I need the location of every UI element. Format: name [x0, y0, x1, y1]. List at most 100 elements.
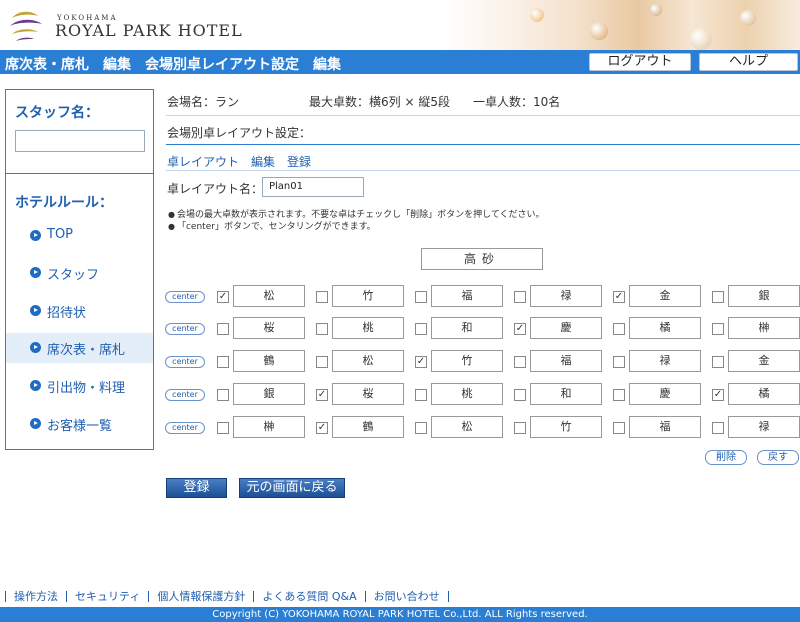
arrow-bullet-icon — [30, 305, 41, 316]
table-name-field[interactable]: 竹 — [530, 416, 602, 438]
sidebar-item-gifts[interactable]: 引出物・料理 — [6, 371, 153, 401]
table-name-field[interactable]: 桃 — [431, 383, 503, 405]
sidebar-item-customers[interactable]: お客様一覧 — [6, 409, 153, 439]
table-checkbox[interactable] — [613, 323, 625, 335]
table-checkbox[interactable]: ✓ — [316, 389, 328, 401]
table-checkbox[interactable] — [613, 422, 625, 434]
table-checkbox[interactable] — [514, 356, 526, 368]
table-name-field[interactable]: 和 — [431, 317, 503, 339]
table-checkbox[interactable] — [217, 422, 229, 434]
table-checkbox[interactable]: ✓ — [415, 356, 427, 368]
center-button[interactable]: center — [165, 422, 205, 434]
table-name-field[interactable]: 鶴 — [332, 416, 404, 438]
nav-bar: 席次表・席札 編集 会場別卓レイアウト設定 編集 ログアウト ヘルプ — [0, 50, 800, 74]
table-name-field[interactable]: 竹 — [332, 285, 404, 307]
table-name-field[interactable]: 桜 — [332, 383, 404, 405]
divider — [166, 170, 800, 171]
footer-link-contact[interactable]: お問い合わせ — [364, 591, 449, 602]
table-checkbox[interactable] — [415, 422, 427, 434]
table-name-field[interactable]: 桜 — [233, 317, 305, 339]
register-button[interactable]: 登録 — [166, 478, 227, 498]
delete-button[interactable]: 削除 — [705, 450, 747, 465]
table-name-field[interactable]: 慶 — [629, 383, 701, 405]
hotel-rule-label: ホテルルール： — [15, 195, 113, 211]
table-name-field[interactable]: 和 — [530, 383, 602, 405]
table-checkbox[interactable] — [613, 356, 625, 368]
sidebar-item-top[interactable]: TOP — [6, 221, 153, 251]
table-name-field[interactable]: 禄 — [530, 285, 602, 307]
table-name-field[interactable]: 松 — [233, 285, 305, 307]
layout-name-input[interactable]: Plan01 — [262, 177, 364, 197]
bead-decoration — [530, 8, 544, 22]
bead-decoration — [650, 4, 662, 16]
sidebar-item-invitation[interactable]: 招待状 — [6, 296, 153, 326]
table-name-field[interactable]: 鶴 — [233, 350, 305, 372]
footer-link-manual[interactable]: 操作方法 — [5, 591, 66, 602]
sidebar-item-staff[interactable]: スタッフ — [6, 258, 153, 288]
table-name-field[interactable]: 榊 — [728, 317, 800, 339]
table-checkbox[interactable]: ✓ — [613, 291, 625, 303]
staff-name-input[interactable] — [15, 130, 145, 152]
arrow-bullet-icon — [30, 380, 41, 391]
table-name-field[interactable]: 銀 — [728, 285, 800, 307]
table-checkbox[interactable] — [415, 389, 427, 401]
table-name-field[interactable]: 福 — [629, 416, 701, 438]
undo-button[interactable]: 戻す — [757, 450, 799, 465]
help-button[interactable]: ヘルプ — [699, 53, 798, 71]
table-checkbox[interactable] — [712, 291, 724, 303]
table-checkbox[interactable] — [514, 291, 526, 303]
logo-title: ROYAL PARK HOTEL — [55, 21, 243, 40]
sidebar-divider — [6, 173, 153, 174]
table-name-field[interactable]: 榊 — [233, 416, 305, 438]
center-button[interactable]: center — [165, 323, 205, 335]
table-name-field[interactable]: 竹 — [431, 350, 503, 372]
table-name-field[interactable]: 松 — [332, 350, 404, 372]
table-name-field[interactable]: 桃 — [332, 317, 404, 339]
table-checkbox[interactable] — [415, 291, 427, 303]
table-checkbox[interactable] — [613, 389, 625, 401]
center-button[interactable]: center — [165, 356, 205, 368]
table-name-field[interactable]: 禄 — [728, 416, 800, 438]
table-checkbox[interactable] — [415, 323, 427, 335]
table-name-field[interactable]: 橘 — [629, 317, 701, 339]
table-checkbox[interactable] — [712, 422, 724, 434]
table-name-field[interactable]: 金 — [629, 285, 701, 307]
table-checkbox[interactable] — [712, 323, 724, 335]
sidebar-item-label: 招待状 — [47, 306, 87, 321]
footer-link-privacy[interactable]: 個人情報保護方針 — [148, 591, 253, 602]
back-button[interactable]: 元の画面に戻る — [239, 478, 345, 498]
table-checkbox[interactable] — [217, 356, 229, 368]
table-checkbox[interactable]: ✓ — [217, 291, 229, 303]
logout-button[interactable]: ログアウト — [589, 53, 691, 71]
footer-link-security[interactable]: セキュリティ — [66, 591, 148, 602]
header: YOKOHAMA ROYAL PARK HOTEL — [0, 0, 800, 50]
footer-link-faq[interactable]: よくある質問 Q&A — [253, 591, 364, 602]
sidebar-item-seating[interactable]: 席次表・席札 — [6, 333, 153, 363]
max-tables: 最大卓数：横6列 × 縦5段 — [309, 95, 450, 109]
table-checkbox[interactable]: ✓ — [316, 422, 328, 434]
sidebar-item-label: スタッフ — [47, 268, 100, 283]
table-name-field[interactable]: 禄 — [629, 350, 701, 372]
hotel-logo-icon — [10, 11, 42, 41]
table-checkbox[interactable]: ✓ — [712, 389, 724, 401]
table-name-field[interactable]: 松 — [431, 416, 503, 438]
table-checkbox[interactable]: ✓ — [514, 323, 526, 335]
table-checkbox[interactable] — [514, 389, 526, 401]
table-name-field[interactable]: 金 — [728, 350, 800, 372]
table-name-field[interactable]: 慶 — [530, 317, 602, 339]
table-name-field[interactable]: 橘 — [728, 383, 800, 405]
table-checkbox[interactable] — [514, 422, 526, 434]
table-checkbox[interactable] — [316, 323, 328, 335]
breadcrumb: 卓レイアウト 編集 登録 — [167, 155, 312, 169]
table-checkbox[interactable] — [316, 291, 328, 303]
table-checkbox[interactable] — [217, 323, 229, 335]
center-button[interactable]: center — [165, 291, 205, 303]
table-name-field[interactable]: 銀 — [233, 383, 305, 405]
center-button[interactable]: center — [165, 389, 205, 401]
table-checkbox[interactable] — [712, 356, 724, 368]
table-checkbox[interactable] — [217, 389, 229, 401]
table-name-field[interactable]: 福 — [431, 285, 503, 307]
table-checkbox[interactable] — [316, 356, 328, 368]
table-name-field[interactable]: 福 — [530, 350, 602, 372]
staff-label: スタッフ名： — [15, 105, 99, 121]
